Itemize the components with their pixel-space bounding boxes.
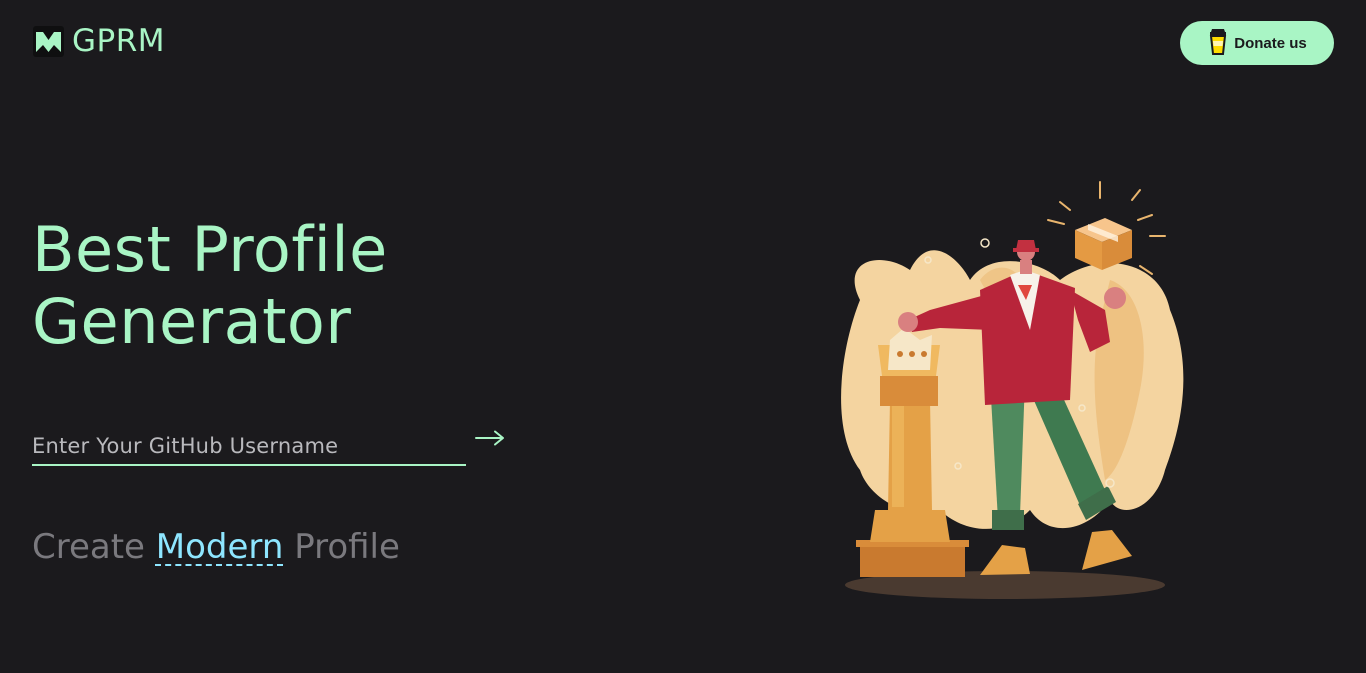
arrow-right-icon <box>475 430 505 449</box>
tagline-highlight: Modern <box>155 527 284 567</box>
page-title: Best Profile Generator <box>32 214 388 358</box>
github-username-input[interactable] <box>32 428 466 464</box>
donate-button[interactable]: Donate us <box>1180 21 1334 65</box>
landing-page: GPRM Donate us Best Profile Generator Cr <box>0 0 1366 673</box>
tagline: Create Modern Profile <box>32 527 400 567</box>
coffee-cup-icon <box>1207 28 1229 59</box>
tagline-suffix: Profile <box>294 527 400 567</box>
tagline-prefix: Create <box>32 527 145 567</box>
gprm-logo-icon <box>33 26 64 57</box>
brand-name: GPRM <box>72 23 166 59</box>
donate-label: Donate us <box>1234 34 1307 52</box>
title-line-2: Generator <box>32 285 352 358</box>
title-line-1: Best Profile <box>32 213 388 286</box>
man-with-box-and-trophy-illustration <box>841 181 1184 599</box>
username-field-wrapper <box>32 428 466 466</box>
submit-button[interactable] <box>474 424 506 454</box>
hero-illustration <box>820 170 1190 610</box>
logo[interactable]: GPRM <box>33 26 165 57</box>
